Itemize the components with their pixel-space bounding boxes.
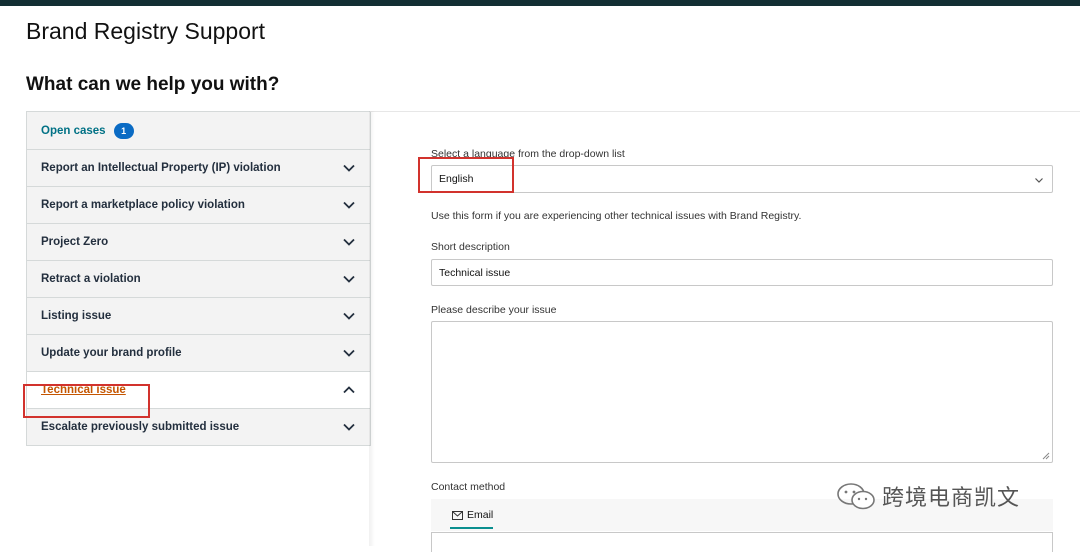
chevron-down-icon bbox=[343, 164, 355, 172]
envelope-icon bbox=[452, 510, 463, 520]
chevron-down-icon bbox=[343, 275, 355, 283]
support-topics-sidebar: Open cases 1 Report an Intellectual Prop… bbox=[26, 111, 371, 446]
sidebar-item-report-ip-violation[interactable]: Report an Intellectual Property (IP) vio… bbox=[27, 150, 370, 187]
chevron-down-icon bbox=[343, 201, 355, 209]
sidebar-item-label: Retract a violation bbox=[41, 273, 141, 285]
tab-email[interactable]: Email bbox=[452, 509, 493, 521]
open-cases-label: Open cases bbox=[41, 124, 106, 137]
contact-method-label: Contact method bbox=[431, 481, 506, 493]
resize-handle-icon[interactable] bbox=[1042, 452, 1050, 460]
language-select-value: English bbox=[439, 173, 474, 185]
chevron-down-icon bbox=[343, 349, 355, 357]
open-cases-count-badge: 1 bbox=[113, 122, 134, 139]
top-bar bbox=[0, 0, 1080, 6]
content-panel-shadow bbox=[369, 111, 375, 546]
sidebar-item-label: Technical issue bbox=[41, 384, 126, 396]
sidebar-item-listing-issue[interactable]: Listing issue bbox=[27, 298, 370, 335]
sidebar-item-label: Escalate previously submitted issue bbox=[41, 421, 240, 433]
language-select-label: Select a language from the drop-down lis… bbox=[431, 148, 625, 160]
describe-issue-textarea[interactable] bbox=[431, 321, 1053, 463]
sidebar-item-report-marketplace-policy-violation[interactable]: Report a marketplace policy violation bbox=[27, 187, 370, 224]
watermark-text: 跨境电商凯文 bbox=[882, 486, 1021, 511]
short-description-input[interactable]: Technical issue bbox=[431, 259, 1053, 286]
sidebar-item-technical-issue[interactable]: Technical issue bbox=[27, 372, 370, 409]
active-tab-indicator bbox=[450, 527, 493, 529]
describe-issue-label: Please describe your issue bbox=[431, 304, 557, 316]
short-description-label: Short description bbox=[431, 241, 510, 253]
chat-bubbles-logo-icon bbox=[837, 483, 875, 510]
sidebar-item-update-brand-profile[interactable]: Update your brand profile bbox=[27, 335, 370, 372]
sidebar-item-label: Project Zero bbox=[41, 236, 109, 248]
page-subtitle: What can we help you with? bbox=[26, 74, 280, 95]
sidebar-item-label: Report an Intellectual Property (IP) vio… bbox=[41, 162, 281, 174]
chevron-down-icon bbox=[343, 312, 355, 320]
sidebar-item-label: Listing issue bbox=[41, 310, 112, 322]
form-intro-text: Use this form if you are experiencing ot… bbox=[431, 210, 802, 222]
short-description-value: Technical issue bbox=[439, 266, 511, 279]
page-title: Brand Registry Support bbox=[26, 18, 266, 44]
tab-email-label: Email bbox=[467, 509, 494, 521]
language-select[interactable]: English bbox=[431, 165, 1053, 193]
watermark: 跨境电商凯文 bbox=[836, 480, 1020, 512]
chevron-down-icon bbox=[343, 238, 355, 246]
chevron-up-icon bbox=[343, 386, 355, 394]
email-field[interactable] bbox=[431, 532, 1053, 552]
chevron-down-icon bbox=[1035, 178, 1043, 183]
content-top-divider bbox=[370, 111, 1080, 112]
sidebar-item-label: Update your brand profile bbox=[41, 347, 182, 359]
sidebar-item-retract-violation[interactable]: Retract a violation bbox=[27, 261, 370, 298]
sidebar-item-label: Report a marketplace policy violation bbox=[41, 199, 245, 211]
chevron-down-icon bbox=[343, 423, 355, 431]
sidebar-item-project-zero[interactable]: Project Zero bbox=[27, 224, 370, 261]
sidebar-item-open-cases[interactable]: Open cases 1 bbox=[27, 112, 370, 150]
sidebar-item-escalate-submitted-issue[interactable]: Escalate previously submitted issue bbox=[27, 409, 370, 446]
